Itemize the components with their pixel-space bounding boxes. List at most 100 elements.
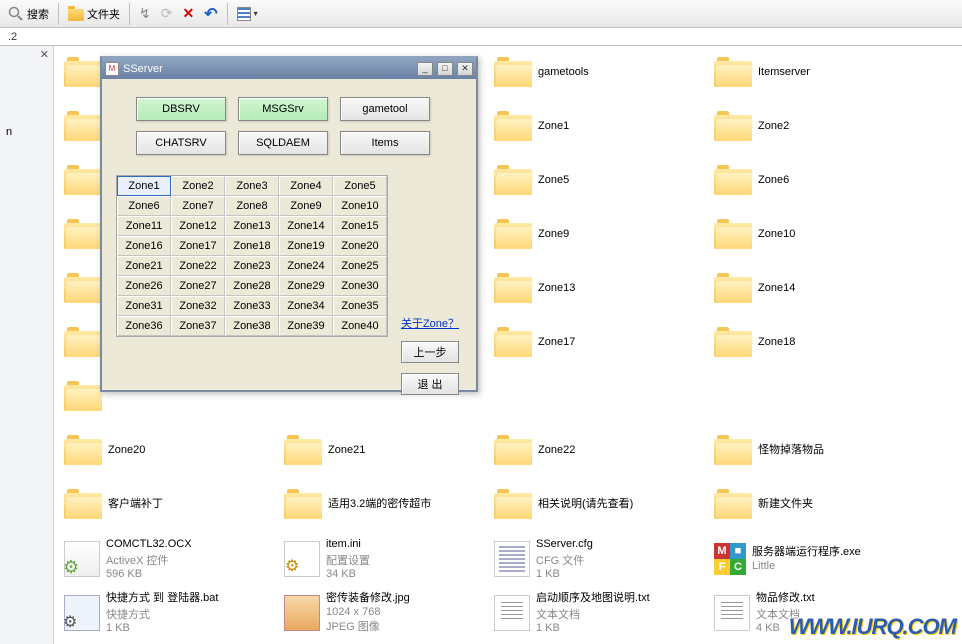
zone-cell-1[interactable]: Zone1 <box>117 176 171 196</box>
zone-cell-4[interactable]: Zone4 <box>279 176 333 196</box>
file-item[interactable]: COMCTL32.OCXActiveX 控件596 KB <box>64 540 264 578</box>
folder-item[interactable]: Zone1 <box>494 108 694 146</box>
file-item[interactable]: item.ini配置设置34 KB <box>284 540 484 578</box>
sserver-titlebar[interactable]: M SServer _ □ ✕ <box>102 58 476 79</box>
about-zone-link[interactable]: 关于Zone？ <box>401 315 459 331</box>
folders-button[interactable]: 文件夹 <box>64 4 124 24</box>
folder-item[interactable]: Zone2 <box>714 108 914 146</box>
zone-cell-23[interactable]: Zone23 <box>225 256 279 276</box>
folder-item[interactable]: Zone18 <box>714 324 914 362</box>
zone-cell-10[interactable]: Zone10 <box>333 196 387 216</box>
zone-cell-27[interactable]: Zone27 <box>171 276 225 296</box>
service-button-gametool[interactable]: gametool <box>340 97 430 121</box>
zone-cell-19[interactable]: Zone19 <box>279 236 333 256</box>
file-sub1: Little <box>752 560 861 572</box>
zone-cell-8[interactable]: Zone8 <box>225 196 279 216</box>
folder-item[interactable]: Zone10 <box>714 216 914 254</box>
zone-cell-29[interactable]: Zone29 <box>279 276 333 296</box>
folder-item[interactable]: Zone20 <box>64 432 264 470</box>
zone-cell-16[interactable]: Zone16 <box>117 236 171 256</box>
folder-item[interactable]: Zone14 <box>714 270 914 308</box>
zone-cell-39[interactable]: Zone39 <box>279 316 333 336</box>
zone-cell-15[interactable]: Zone15 <box>333 216 387 236</box>
folder-item[interactable]: Zone9 <box>494 216 694 254</box>
folder-item[interactable]: 客户端补丁 <box>64 486 264 524</box>
file-sub1: 配置设置 <box>326 552 370 568</box>
service-button-sqldaem[interactable]: SQLDAEM <box>238 131 328 155</box>
zone-cell-28[interactable]: Zone28 <box>225 276 279 296</box>
file-icon <box>64 541 100 577</box>
folder-item[interactable]: Itemserver <box>714 54 914 92</box>
file-item[interactable]: SServer.cfgCFG 文件1 KB <box>494 540 694 578</box>
folder-icon <box>714 165 752 197</box>
folder-item[interactable]: 怪物掉落物品 <box>714 432 914 470</box>
service-button-items[interactable]: Items <box>340 131 430 155</box>
prev-step-button[interactable]: 上一步 <box>401 341 459 363</box>
folder-item[interactable]: 适用3.2端的密传超市 <box>284 486 484 524</box>
zone-cell-6[interactable]: Zone6 <box>117 196 171 216</box>
zone-cell-21[interactable]: Zone21 <box>117 256 171 276</box>
folder-item[interactable]: Zone5 <box>494 162 694 200</box>
file-item[interactable]: 密传装备修改.jpg1024 x 768JPEG 图像 <box>284 594 484 632</box>
zone-cell-3[interactable]: Zone3 <box>225 176 279 196</box>
zone-cell-2[interactable]: Zone2 <box>171 176 225 196</box>
zone-cell-13[interactable]: Zone13 <box>225 216 279 236</box>
close-button[interactable]: ✕ <box>457 62 473 76</box>
folder-item[interactable]: Zone13 <box>494 270 694 308</box>
zone-cell-9[interactable]: Zone9 <box>279 196 333 216</box>
file-item[interactable]: 启动顺序及地图说明.txt文本文档1 KB <box>494 594 694 632</box>
folder-label: Zone18 <box>758 336 795 350</box>
zone-cell-22[interactable]: Zone22 <box>171 256 225 276</box>
zone-cell-34[interactable]: Zone34 <box>279 296 333 316</box>
zone-cell-37[interactable]: Zone37 <box>171 316 225 336</box>
folder-item[interactable]: Zone21 <box>284 432 484 470</box>
zone-cell-14[interactable]: Zone14 <box>279 216 333 236</box>
file-item[interactable]: 快捷方式 到 登陆器.bat快捷方式1 KB <box>64 594 264 632</box>
zone-cell-35[interactable]: Zone35 <box>333 296 387 316</box>
zone-cell-31[interactable]: Zone31 <box>117 296 171 316</box>
exit-button[interactable]: 退 出 <box>401 373 459 395</box>
file-icon <box>494 595 530 631</box>
zone-cell-7[interactable]: Zone7 <box>171 196 225 216</box>
zone-cell-17[interactable]: Zone17 <box>171 236 225 256</box>
zone-cell-18[interactable]: Zone18 <box>225 236 279 256</box>
search-button[interactable]: 搜索 <box>4 4 53 24</box>
zone-cell-38[interactable]: Zone38 <box>225 316 279 336</box>
minimize-button[interactable]: _ <box>417 62 433 76</box>
file-sub2: 1 KB <box>106 622 218 634</box>
zone-cell-11[interactable]: Zone11 <box>117 216 171 236</box>
zone-cell-33[interactable]: Zone33 <box>225 296 279 316</box>
zone-cell-20[interactable]: Zone20 <box>333 236 387 256</box>
folder-icon <box>494 273 532 305</box>
folder-item[interactable]: Zone17 <box>494 324 694 362</box>
zone-cell-5[interactable]: Zone5 <box>333 176 387 196</box>
folder-item[interactable]: Zone22 <box>494 432 694 470</box>
file-item[interactable]: M■FC服务器端运行程序.exeLittle <box>714 540 914 578</box>
sync-button[interactable]: ↯ <box>135 3 155 24</box>
folder-item[interactable]: Zone6 <box>714 162 914 200</box>
folder-icon <box>68 9 84 21</box>
zone-cell-36[interactable]: Zone36 <box>117 316 171 336</box>
zone-cell-25[interactable]: Zone25 <box>333 256 387 276</box>
zone-cell-30[interactable]: Zone30 <box>333 276 387 296</box>
maximize-button[interactable]: □ <box>437 62 453 76</box>
file-icon: M■FC <box>714 543 746 575</box>
zone-cell-40[interactable]: Zone40 <box>333 316 387 336</box>
service-button-chatsrv[interactable]: CHATSRV <box>136 131 226 155</box>
zone-cell-32[interactable]: Zone32 <box>171 296 225 316</box>
zone-cell-26[interactable]: Zone26 <box>117 276 171 296</box>
close-panel-icon[interactable]: ✕ <box>40 48 49 61</box>
service-button-dbsrv[interactable]: DBSRV <box>136 97 226 121</box>
folder-item[interactable]: gametools <box>494 54 694 92</box>
folder-item[interactable]: 新建文件夹 <box>714 486 914 524</box>
service-button-msgsrv[interactable]: MSGSrv <box>238 97 328 121</box>
views-button[interactable]: ▾ <box>233 5 262 23</box>
file-icon <box>284 595 320 631</box>
zone-cell-24[interactable]: Zone24 <box>279 256 333 276</box>
folder-item[interactable]: 相关说明(请先查看) <box>494 486 694 524</box>
undo-button[interactable]: ↶ <box>200 2 221 26</box>
delete-button[interactable]: ✕ <box>178 3 198 24</box>
stop-button[interactable]: ⟳ <box>157 3 177 24</box>
file-name: 密传装备修改.jpg <box>326 592 410 606</box>
zone-cell-12[interactable]: Zone12 <box>171 216 225 236</box>
